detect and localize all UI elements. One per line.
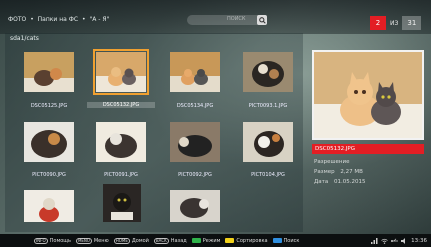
thumbnail[interactable] (24, 52, 74, 92)
home-label: Домой (131, 237, 149, 244)
thumbnail-caption: PICT0090.JPG (32, 172, 66, 178)
preview-filename: DSC05132.JPG (312, 144, 424, 154)
help-label: Помощь (49, 237, 71, 244)
bottom-help-bar: INFO Помощь MENU Меню HOME Домой BACK На… (0, 234, 431, 247)
mode-hint[interactable]: Режим (191, 237, 221, 244)
breadcrumb-separator: • (30, 16, 34, 23)
folder-path: sda1/cats (10, 35, 39, 42)
thumbnail-caption: PICT0093.1.JPG (248, 103, 288, 109)
cat-photo (96, 122, 146, 162)
thumbnail-selected[interactable] (93, 49, 149, 95)
back-hint[interactable]: BACK Назад (153, 237, 187, 244)
search-hint[interactable]: Поиск (272, 237, 300, 244)
current-page: 2 (370, 16, 386, 30)
date-info: Дата 01.05.2015 (314, 179, 366, 185)
info-key-icon: INFO (34, 237, 48, 244)
search-icon (258, 16, 266, 24)
thumbnail[interactable] (24, 122, 74, 162)
cat-photo (243, 122, 293, 162)
cat-photo (24, 190, 74, 222)
size-info: Размер 2,27 MB (314, 169, 363, 175)
date-label: Дата (314, 179, 329, 185)
wifi-icon (381, 238, 388, 244)
thumbnail[interactable] (24, 190, 74, 222)
usb-icon (391, 238, 399, 244)
sort-label: Сортировка (236, 237, 268, 244)
menu-key-icon: MENU (75, 237, 92, 244)
thumbnail[interactable] (170, 190, 220, 222)
search-placeholder: ПОИСК (227, 16, 246, 22)
thumbnail-caption: PICT0092.JPG (178, 172, 212, 178)
cat-photo (170, 52, 220, 92)
search-field[interactable]: ПОИСК (187, 15, 267, 25)
breadcrumb-separator: • (82, 16, 86, 23)
blue-button-icon (272, 238, 282, 243)
back-label: Назад (170, 237, 187, 244)
cat-photo (96, 52, 146, 92)
clock: 13:36 (411, 237, 427, 244)
cat-photo (170, 190, 220, 222)
thumbnail[interactable] (243, 52, 293, 92)
thumbnail[interactable] (170, 52, 220, 92)
thumbnail[interactable] (96, 122, 146, 162)
system-tray: 13:36 (371, 237, 427, 244)
sort-hint[interactable]: Сортировка (225, 237, 268, 244)
thumbnail-caption: DSC05134.JPG (176, 103, 214, 109)
home-key-icon: HOME (113, 237, 130, 244)
thumbnail-caption-selected: DSC05132.JPG (87, 102, 155, 108)
thumbnail[interactable] (170, 122, 220, 162)
back-key-icon: BACK (153, 237, 169, 244)
search-button[interactable] (257, 15, 267, 25)
thumbnail-caption: DSC05125.JPG (30, 103, 68, 109)
menu-label: Меню (93, 237, 109, 244)
cat-photo (243, 52, 293, 92)
date-value: 01.05.2015 (334, 179, 366, 185)
thumbnail-caption: PICT0104.JPG (251, 172, 285, 178)
breadcrumb-item-photo[interactable]: ФОТО (8, 16, 26, 23)
cat-photo (103, 184, 141, 222)
size-label: Размер (314, 169, 335, 175)
cat-photo (24, 122, 74, 162)
green-button-icon (191, 238, 201, 243)
cat-photo (170, 122, 220, 162)
breadcrumb: ФОТО • Папки на ФС • "А - Я" (8, 16, 111, 23)
cat-photo (314, 52, 422, 138)
breadcrumb-item-sort[interactable]: "А - Я" (89, 16, 109, 23)
search-label: Поиск (283, 237, 300, 244)
mode-label: Режим (202, 237, 221, 244)
page-indicator: 2 ИЗ 31 (370, 16, 422, 30)
thumbnail[interactable] (243, 122, 293, 162)
menu-hint[interactable]: MENU Меню (75, 237, 109, 244)
preview-image (312, 50, 424, 140)
breadcrumb-item-folders[interactable]: Папки на ФС (38, 16, 78, 23)
cat-photo (24, 52, 74, 92)
total-pages: 31 (402, 16, 422, 30)
volume-icon (401, 237, 408, 244)
resolution-label: Разрешение (314, 159, 350, 165)
thumbnail-caption: PICT0091.JPG (104, 172, 138, 178)
network-icon (371, 237, 378, 244)
thumbnail[interactable] (103, 184, 141, 222)
size-value: 2,27 MB (340, 169, 363, 175)
yellow-button-icon (225, 238, 235, 243)
home-hint[interactable]: HOME Домой (113, 237, 149, 244)
help-hint[interactable]: INFO Помощь (34, 237, 71, 244)
page-of-label: ИЗ (390, 19, 399, 27)
